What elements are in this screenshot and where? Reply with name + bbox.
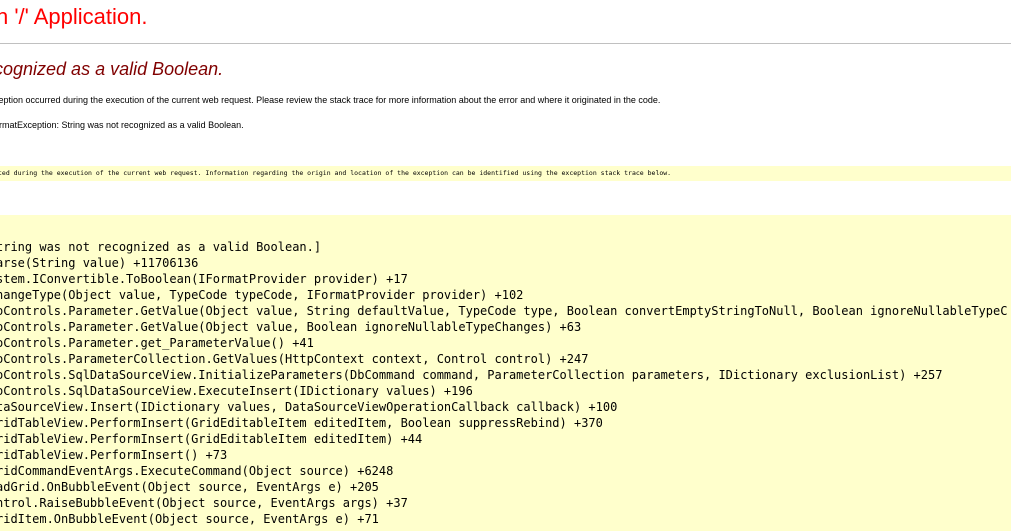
stack-trace-line: ridCommandEventArgs.ExecuteCommand(Objec…: [0, 464, 394, 478]
title-divider: [0, 43, 1011, 44]
error-page: n '/' Application. cognized as a valid B…: [0, 0, 1011, 531]
stack-trace-line: stem.IConvertible.ToBoolean(IFormatProvi…: [0, 272, 408, 286]
stack-trace-line: oControls.SqlDataSourceView.ExecuteInser…: [0, 384, 473, 398]
stack-trace-line: arse(String value) +11706136: [0, 256, 199, 270]
stack-trace-line: ntrol.RaiseBubbleEvent(Object source, Ev…: [0, 496, 408, 510]
stack-trace-line: oControls.Parameter.get_ParameterValue()…: [0, 336, 314, 350]
stack-trace-line: adGrid.OnBubbleEvent(Object source, Even…: [0, 480, 379, 494]
stack-trace-line: hangeType(Object value, TypeCode typeCod…: [0, 288, 524, 302]
stack-trace-line: ridTableView.PerformInsert(GridEditableI…: [0, 416, 603, 430]
stack-trace-line: oControls.Parameter.GetValue(Object valu…: [0, 320, 582, 334]
stack-trace-line: tring was not recognized as a valid Bool…: [0, 240, 322, 254]
stack-trace-line: taSourceView.Insert(IDictionary values, …: [0, 400, 618, 414]
error-subtitle: cognized as a valid Boolean.: [0, 59, 224, 79]
exception-details: ormatException: String was not recognize…: [0, 120, 244, 130]
stack-trace-line: oControls.Parameter.GetValue(Object valu…: [0, 304, 1008, 318]
source-error-text: ted during the execution of the current …: [0, 169, 672, 177]
stack-trace-line: ridTableView.PerformInsert() +73: [0, 448, 228, 462]
stack-trace-line: oControls.ParameterCollection.GetValues(…: [0, 352, 589, 366]
stack-trace-line: ridItem.OnBubbleEvent(Object source, Eve…: [0, 512, 379, 526]
stack-trace-line: oControls.SqlDataSourceView.InitializePa…: [0, 368, 943, 382]
page-title: n '/' Application.: [0, 4, 148, 29]
stack-trace-list: tring was not recognized as a valid Bool…: [0, 239, 1007, 527]
error-description: ception occurred during the execution of…: [0, 95, 661, 105]
stack-trace-line: ridTableView.PerformInsert(GridEditableI…: [0, 432, 423, 446]
